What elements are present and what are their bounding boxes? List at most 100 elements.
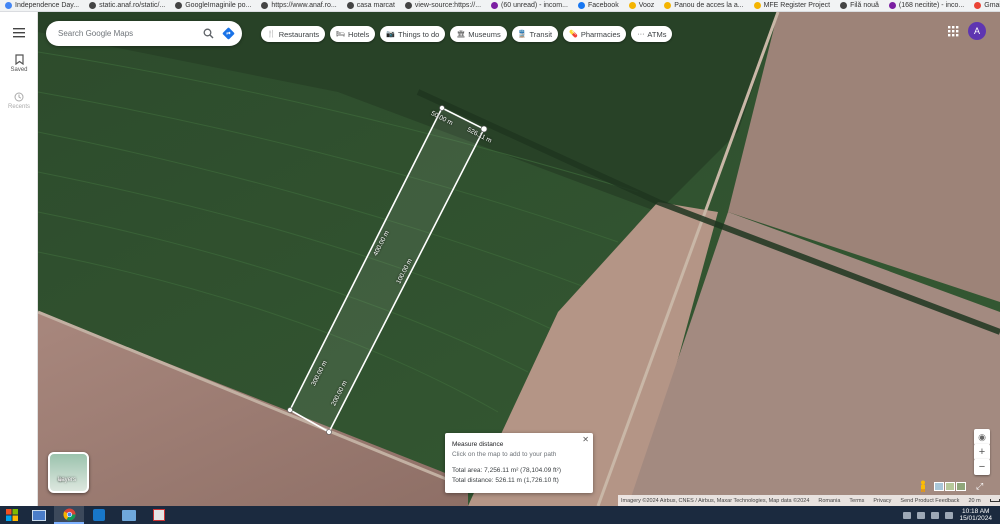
bookmark-item[interactable]: MFE Register Project <box>749 0 836 11</box>
app-icon <box>93 509 105 521</box>
chip-hotels[interactable]: 🛏 Hotels <box>330 26 376 42</box>
privacy-link[interactable]: Privacy <box>873 498 891 504</box>
start-button[interactable] <box>0 506 24 524</box>
bookmark-item[interactable]: https://www.anaf.ro... <box>256 0 341 11</box>
my-location-button[interactable]: ◉ <box>974 429 990 445</box>
expand-icon[interactable]: ⤢ <box>976 481 988 493</box>
account-avatar[interactable]: A <box>968 22 986 40</box>
bookmark-label: Gmail <box>984 2 1000 9</box>
zoom-in-button[interactable]: + <box>974 444 990 460</box>
recents-label: Recents <box>7 104 30 110</box>
taskbar-app-folder[interactable] <box>114 506 144 524</box>
museum-icon: 🏛 <box>456 31 466 38</box>
bookmark-item[interactable]: (168 necitite) - inco... <box>884 0 969 11</box>
more-icon: ··· <box>637 30 645 38</box>
category-chips: 🍴 Restaurants 🛏 Hotels 📷 Things to do 🏛 Museums… <box>261 26 673 42</box>
bookmarks-bar: Independence Day... static.anaf.ro/static… <box>0 0 1000 12</box>
directions-icon[interactable] <box>218 24 238 44</box>
taskbar-explorer[interactable] <box>24 506 54 524</box>
chip-atms[interactable]: ··· ATMs <box>631 26 673 42</box>
locate-icon: ◉ <box>978 431 986 442</box>
bookmark-label: MFE Register Project <box>763 2 831 9</box>
chip-museums[interactable]: 🏛 Museums <box>450 26 507 42</box>
search-icon[interactable] <box>198 24 218 44</box>
camera-icon: 📷 <box>386 31 396 38</box>
chip-restaurants[interactable]: 🍴 Restaurants <box>261 26 326 42</box>
bookmark-item[interactable]: Vooz <box>624 0 660 11</box>
layers-button[interactable]: ◈ Layers <box>48 452 89 493</box>
close-icon[interactable]: ✕ <box>582 435 589 444</box>
bookmark-label: casa marcat <box>356 2 395 9</box>
satellite-map[interactable]: 50.00 m 526.11 m 400.00 m 100.00 m 300.0… <box>38 12 1000 506</box>
bookmark-favicon-icon <box>888 2 896 9</box>
windows-logo-icon <box>6 509 18 521</box>
map-thumb-1[interactable] <box>934 482 944 491</box>
bookmark-item[interactable]: casa marcat <box>342 0 400 11</box>
bookmark-item[interactable]: Gmail <box>969 0 1000 11</box>
clock-time: 10:18 AM <box>961 508 990 515</box>
bookmark-favicon-icon <box>577 2 585 9</box>
bookmark-label: Facebook <box>587 2 619 9</box>
folder-icon <box>122 509 136 521</box>
taskbar-app-blue[interactable] <box>84 506 114 524</box>
bookmark-label: (168 necitite) - inco... <box>898 2 965 9</box>
clock-date: 15/01/2024 <box>959 515 992 522</box>
menu-button[interactable] <box>0 28 38 38</box>
chip-label: Things to do <box>398 29 440 39</box>
tray-icon-2[interactable] <box>917 511 926 519</box>
chip-label: Pharmacies <box>580 29 621 39</box>
transit-icon: 🚆 <box>517 31 527 38</box>
clock[interactable]: 10:18 AM 15/01/2024 <box>959 508 992 522</box>
bookmark-item[interactable]: Independence Day... <box>0 0 84 11</box>
bookmark-item[interactable]: view-source:https://... <box>400 0 486 11</box>
feedback-link[interactable]: Send Product Feedback <box>900 498 959 504</box>
bookmark-item[interactable]: static.anaf.ro/static/... <box>84 0 170 11</box>
zoom-out-button[interactable]: − <box>974 459 990 475</box>
chip-label: Hotels <box>348 29 370 39</box>
taskbar-app-doc[interactable] <box>144 506 174 524</box>
total-area: Total area: 7,256.11 m² (78,104.09 ft²) <box>452 467 561 474</box>
pegman-icon[interactable] <box>918 480 928 492</box>
bookmark-item[interactable]: Facebook <box>573 0 624 11</box>
tray-icon-3[interactable] <box>931 511 940 519</box>
chip-transit[interactable]: 🚆 Transit <box>511 26 559 42</box>
bookmark-favicon-icon <box>491 2 499 9</box>
bookmark-item[interactable]: (60 unread) - incom... <box>486 0 573 11</box>
attribution-bar: Imagery ©2024 Airbus, CNES / Airbus, Max… <box>618 495 1000 506</box>
apps-grid-icon[interactable] <box>946 24 960 38</box>
map-type-thumbnails[interactable] <box>934 482 966 491</box>
tray-icon-1[interactable] <box>903 511 912 519</box>
terms-link[interactable]: Terms <box>849 498 864 504</box>
bookmark-favicon-icon <box>261 2 269 9</box>
tray-icon-4[interactable] <box>945 511 954 519</box>
bookmark-item[interactable]: Panou de acces la a... <box>659 0 748 11</box>
chip-label: ATMs <box>647 29 667 39</box>
bookmark-item[interactable]: GoogleImaginile po... <box>170 0 256 11</box>
map-thumb-3[interactable] <box>956 482 966 491</box>
chip-pharmacies[interactable]: 💊 Pharmacies <box>563 26 627 42</box>
map-thumb-2[interactable] <box>945 482 955 491</box>
measure-hint: Click on the map to add to your path <box>452 451 557 458</box>
saved-label: Saved <box>10 67 28 73</box>
scale-label[interactable]: 20 m <box>968 498 980 504</box>
bookmark-favicon-icon <box>840 2 848 9</box>
country-link[interactable]: Romania <box>818 498 840 504</box>
imagery-credit: Imagery ©2024 Airbus, CNES / Airbus, Max… <box>621 497 810 504</box>
chip-things-to-do[interactable]: 📷 Things to do <box>380 26 446 42</box>
chip-label: Restaurants <box>278 29 320 39</box>
bookmark-label: (60 unread) - incom... <box>501 2 568 9</box>
left-rail: Saved Recents <box>0 12 38 506</box>
taskbar-chrome[interactable] <box>54 506 84 524</box>
bookmark-label: Filă nouă <box>850 2 879 9</box>
bookmark-favicon-icon <box>628 2 636 9</box>
bookmark-favicon-icon <box>89 2 97 9</box>
search-input[interactable]: Search Google Maps <box>58 29 198 38</box>
search-box[interactable]: Search Google Maps <box>46 21 242 46</box>
recents-button[interactable]: Recents <box>0 92 38 110</box>
saved-button[interactable]: Saved <box>0 54 38 73</box>
bookmark-favicon-icon <box>346 2 354 9</box>
scale-bar <box>989 499 1000 502</box>
bookmark-item[interactable]: Filă nouă <box>835 0 884 11</box>
bookmark-label: view-source:https://... <box>414 2 482 9</box>
chip-label: Transit <box>529 29 553 39</box>
